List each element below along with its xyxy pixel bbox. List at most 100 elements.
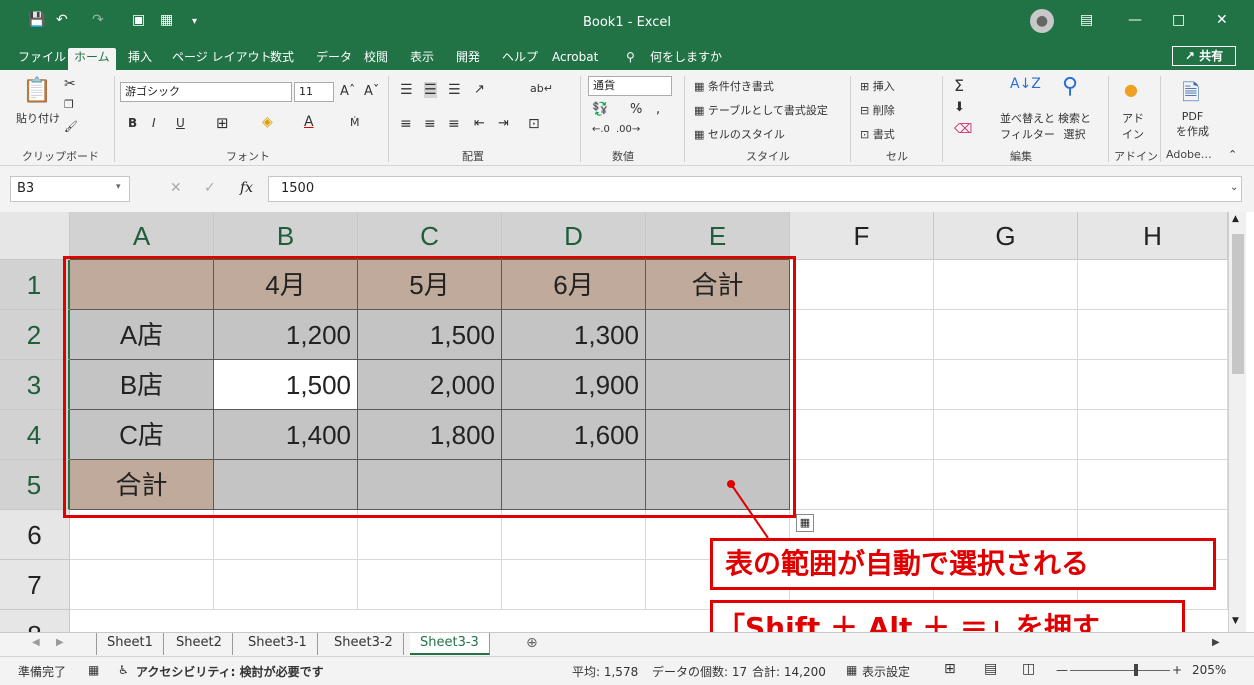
align-middle-icon[interactable]: ☰: [424, 82, 437, 98]
format-cells-button[interactable]: ⊡ 書式: [860, 126, 895, 142]
row-header-2[interactable]: 2: [0, 310, 70, 360]
percent-icon[interactable]: %: [630, 102, 642, 117]
empty-cell[interactable]: [934, 410, 1078, 460]
find-select-label[interactable]: 検索と 選択: [1058, 110, 1091, 142]
border-icon[interactable]: ⊞: [216, 114, 229, 132]
wrap-text-icon[interactable]: ab↵: [530, 82, 553, 95]
align-center-icon[interactable]: ≡: [424, 116, 436, 132]
name-box[interactable]: B3: [10, 176, 130, 202]
empty-cell[interactable]: [1078, 260, 1228, 310]
italic-icon[interactable]: I: [152, 116, 156, 130]
share-button[interactable]: ↗ 共有: [1172, 46, 1236, 66]
font-color-icon[interactable]: A: [304, 114, 314, 130]
insert-cells-button[interactable]: ⊞ 挿入: [860, 78, 895, 94]
decrease-indent-icon[interactable]: ⇤: [474, 116, 485, 131]
scroll-right-icon[interactable]: ▶: [56, 637, 64, 648]
tab-home[interactable]: ホーム: [68, 48, 116, 70]
autosum-icon[interactable]: Σ: [954, 76, 964, 95]
normal-view-icon[interactable]: ⊞: [944, 661, 956, 677]
sort-filter-icon[interactable]: A↓Z: [1010, 76, 1041, 92]
format-as-table-button[interactable]: ▦ テーブルとして書式設定: [694, 102, 828, 118]
tab-acrobat[interactable]: Acrobat: [546, 48, 604, 70]
cut-icon[interactable]: ✂: [64, 76, 76, 92]
increase-indent-icon[interactable]: ⇥: [498, 116, 509, 131]
accessibility-icon[interactable]: ♿: [118, 663, 129, 677]
increase-font-icon[interactable]: Aˆ: [340, 84, 355, 99]
column-header-g[interactable]: G: [934, 212, 1078, 260]
find-icon[interactable]: ⚲: [1062, 74, 1078, 99]
empty-cell[interactable]: [214, 560, 358, 610]
conditional-format-button[interactable]: ▦ 条件付き書式: [694, 78, 774, 94]
maximize-icon[interactable]: □: [1172, 12, 1185, 28]
empty-cell[interactable]: [790, 410, 934, 460]
empty-cell[interactable]: [358, 560, 502, 610]
row-header-4[interactable]: 4: [0, 410, 70, 460]
cell-style-button[interactable]: ▦ セルのスタイル: [694, 126, 785, 142]
zoom-out-icon[interactable]: —: [1056, 663, 1068, 677]
tab-page-layout[interactable]: ページ レイアウト: [166, 48, 278, 70]
pdf-icon[interactable]: 🗎: [1182, 76, 1200, 114]
bold-icon[interactable]: B: [128, 116, 137, 130]
zoom-slider-thumb[interactable]: [1134, 664, 1138, 676]
scroll-down-icon[interactable]: ▼: [1232, 616, 1239, 626]
zoom-in-icon[interactable]: +: [1172, 663, 1182, 677]
accessibility-status[interactable]: アクセシビリティ: 検討が必要です: [136, 663, 324, 680]
column-header-a[interactable]: A: [70, 212, 214, 260]
tab-file[interactable]: ファイル: [12, 48, 72, 70]
confirm-icon[interactable]: ✓: [204, 180, 216, 196]
sheet-tab[interactable]: Sheet2: [166, 633, 233, 655]
empty-cell[interactable]: [70, 560, 214, 610]
empty-cell[interactable]: [790, 310, 934, 360]
fill-color-icon[interactable]: ◈: [262, 114, 273, 130]
empty-cell[interactable]: [790, 460, 934, 510]
row-header-1[interactable]: 1: [0, 260, 70, 310]
scroll-left-icon[interactable]: ◀: [32, 637, 40, 648]
row-header-7[interactable]: 7: [0, 560, 70, 610]
number-format-select[interactable]: 通貨: [588, 76, 672, 96]
empty-cell[interactable]: [790, 360, 934, 410]
quick-analysis-icon[interactable]: ▦: [796, 514, 814, 532]
empty-cell[interactable]: [934, 460, 1078, 510]
scroll-thumb[interactable]: [1232, 234, 1244, 374]
collapse-ribbon-icon[interactable]: ⌃: [1228, 148, 1237, 161]
empty-cell[interactable]: [1078, 360, 1228, 410]
empty-cell[interactable]: [790, 260, 934, 310]
select-all-corner[interactable]: [0, 212, 70, 260]
column-header-f[interactable]: F: [790, 212, 934, 260]
paste-label[interactable]: 貼り付け: [16, 110, 60, 126]
formula-input[interactable]: 1500: [268, 176, 1242, 202]
close-icon[interactable]: ✕: [1216, 12, 1228, 28]
addin-label[interactable]: アド イン: [1122, 110, 1144, 142]
font-size-select[interactable]: 11: [294, 82, 334, 102]
column-header-c[interactable]: C: [358, 212, 502, 260]
column-header-d[interactable]: D: [502, 212, 646, 260]
lightbulb-icon[interactable]: ⚲: [620, 48, 641, 70]
scroll-up-icon[interactable]: ▲: [1232, 214, 1239, 224]
fill-icon[interactable]: ⬇: [954, 100, 965, 115]
addin-icon[interactable]: ●: [1124, 80, 1138, 99]
row-header-5[interactable]: 5: [0, 460, 70, 510]
sheet-tab-active[interactable]: Sheet3-3: [410, 633, 490, 655]
orientation-icon[interactable]: ↗: [474, 82, 485, 97]
align-left-icon[interactable]: ≡: [400, 116, 412, 132]
row-header-3[interactable]: 3: [0, 360, 70, 410]
zoom-slider[interactable]: [1070, 670, 1170, 671]
sheet-tab[interactable]: Sheet1: [96, 633, 164, 655]
font-name-select[interactable]: 游ゴシック: [120, 82, 292, 102]
zoom-level[interactable]: 205%: [1192, 663, 1226, 677]
ribbon-display-icon[interactable]: ▤: [1080, 12, 1093, 28]
column-header-e[interactable]: E: [646, 212, 790, 260]
copy-icon[interactable]: ❐: [64, 98, 74, 111]
pdf-label[interactable]: PDF を作成: [1176, 110, 1209, 139]
delete-cells-button[interactable]: ⊟ 削除: [860, 102, 895, 118]
tab-formulas[interactable]: 数式: [264, 48, 300, 70]
row-header-6[interactable]: 6: [0, 510, 70, 560]
empty-cell[interactable]: [934, 310, 1078, 360]
hscroll-right-icon[interactable]: ▶: [1212, 637, 1220, 648]
comma-icon[interactable]: ,: [656, 102, 660, 117]
account-avatar-icon[interactable]: ●: [1030, 9, 1054, 33]
merge-center-icon[interactable]: ⊡: [528, 116, 540, 132]
sort-filter-label[interactable]: 並べ替えと フィルター: [1000, 110, 1055, 142]
sheet-tab[interactable]: Sheet3-1: [238, 633, 318, 655]
paste-icon[interactable]: 📋: [22, 76, 52, 104]
